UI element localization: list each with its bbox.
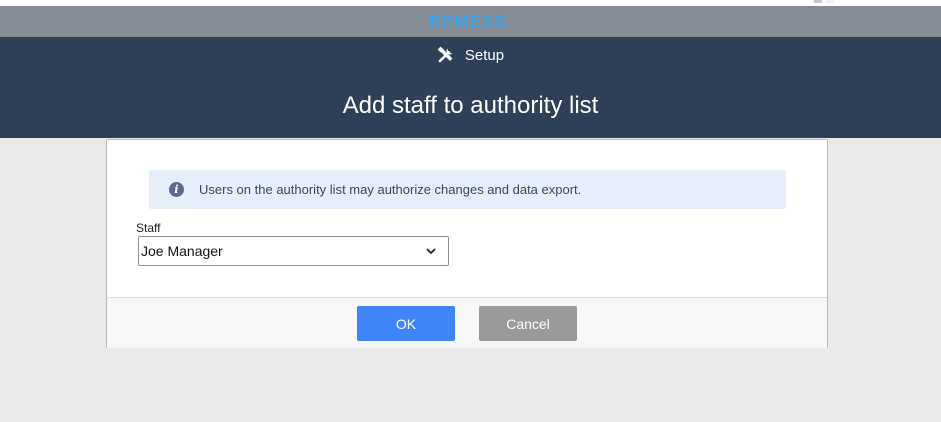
top-bar: RPMESS bbox=[0, 6, 941, 37]
dialog-footer: OK Cancel bbox=[107, 297, 827, 348]
chrome-divider bbox=[814, 0, 822, 3]
tools-icon bbox=[437, 46, 453, 63]
section-breadcrumb[interactable]: Setup bbox=[0, 45, 941, 65]
section-label: Setup bbox=[464, 46, 505, 64]
info-icon: i bbox=[169, 182, 184, 197]
info-banner: i Users on the authority list may author… bbox=[149, 170, 786, 209]
brand-logo: RPMESS bbox=[429, 12, 507, 30]
add-staff-dialog: i Users on the authority list may author… bbox=[106, 139, 828, 348]
ok-button[interactable]: OK bbox=[357, 306, 455, 341]
staff-select[interactable]: Joe Manager bbox=[138, 236, 449, 266]
page-header: Setup Add staff to authority list bbox=[0, 37, 941, 138]
page-title: Add staff to authority list bbox=[342, 92, 599, 119]
brand-logo-text: RPMESS bbox=[429, 12, 507, 30]
staff-label: Staff bbox=[136, 221, 161, 235]
chrome-divider bbox=[826, 0, 834, 3]
cancel-button[interactable]: Cancel bbox=[479, 306, 577, 341]
info-text: Users on the authority list may authoriz… bbox=[199, 182, 582, 197]
staff-select-value: Joe Manager bbox=[141, 243, 223, 259]
chevron-down-icon bbox=[426, 248, 436, 254]
